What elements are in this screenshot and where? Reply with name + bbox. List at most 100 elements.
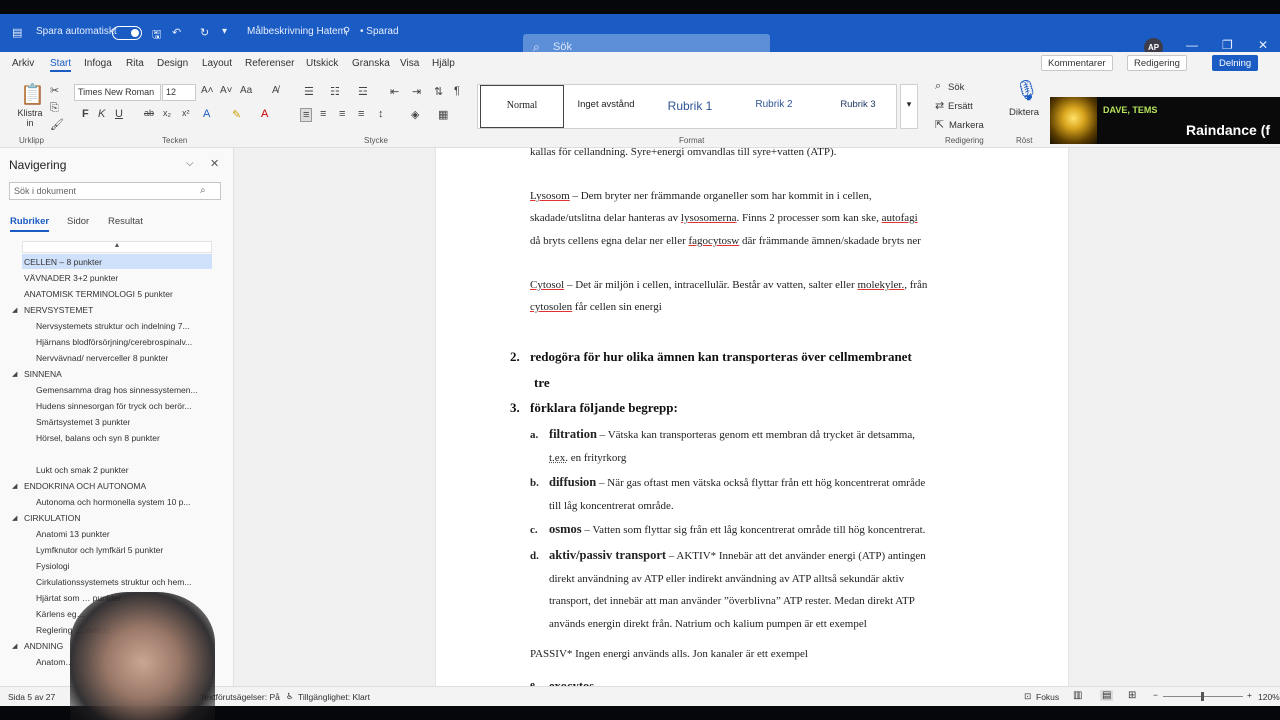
tab-referenser[interactable]: Referenser	[245, 58, 294, 69]
save-icon[interactable]: ▤	[12, 26, 22, 39]
saved-status[interactable]: • Sparad	[360, 26, 399, 37]
collapse-caret-icon[interactable]: ◢	[12, 514, 17, 522]
zoom-slider-thumb[interactable]	[1201, 692, 1204, 701]
print-layout-icon[interactable]: ▤	[1100, 690, 1114, 701]
font-name-select[interactable]: Times New Roman	[74, 84, 161, 101]
select-icon[interactable]: ⇱	[935, 118, 944, 131]
nav-heading-item[interactable]: Nervvävnad/ nerverceller 8 punkter	[36, 353, 168, 363]
accessibility-status[interactable]: Tillgänglighet: Klart	[298, 692, 370, 702]
change-case-icon[interactable]: Aa	[240, 85, 252, 96]
tab-rita[interactable]: Rita	[126, 58, 144, 69]
justify-icon[interactable]: ≡	[358, 108, 364, 120]
autosave-toggle[interactable]	[112, 26, 142, 40]
tab-layout[interactable]: Layout	[202, 58, 232, 69]
nav-close-icon[interactable]: ✕	[210, 157, 219, 170]
zoom-out-icon[interactable]: −	[1153, 690, 1158, 700]
focus-button[interactable]: Fokus	[1036, 692, 1059, 702]
tab-headings[interactable]: Rubriker	[10, 216, 50, 232]
close-window-icon[interactable]: ✕	[1258, 38, 1268, 52]
shading-icon[interactable]: ◈	[411, 108, 419, 121]
tab-results[interactable]: Resultat	[108, 216, 143, 227]
web-layout-icon[interactable]: ⊞	[1128, 690, 1136, 701]
align-right-icon[interactable]: ≡	[339, 108, 345, 120]
editing-mode-button[interactable]: Redigering	[1127, 55, 1187, 71]
nav-heading-item[interactable]: Anatomi 13 punkter	[36, 529, 110, 539]
nav-heading-item[interactable]: NERVSYSTEMET	[24, 305, 93, 315]
cut-icon[interactable]: ✂	[50, 84, 59, 97]
nav-heading-item[interactable]: Fysiologi	[36, 561, 70, 571]
nav-heading-item[interactable]: Hörsel, balans och syn 8 punkter	[36, 433, 160, 443]
italic-icon[interactable]: K	[98, 108, 105, 120]
tab-pages[interactable]: Sidor	[67, 216, 89, 227]
page-count[interactable]: Sida 5 av 27	[8, 692, 55, 702]
bullets-icon[interactable]: ☰	[304, 85, 314, 98]
collapse-caret-icon[interactable]: ◢	[12, 306, 17, 314]
tab-hjalp[interactable]: Hjälp	[432, 58, 455, 69]
nav-heading-item[interactable]: ANATOMISK TERMINOLOGI 5 punkter	[24, 289, 173, 299]
align-center-icon[interactable]: ≡	[320, 108, 326, 120]
subscript-icon[interactable]: x₂	[163, 108, 171, 118]
nav-heading-item[interactable]: ANDNING	[24, 641, 63, 651]
style-heading-2[interactable]: Rubrik 2	[732, 85, 816, 128]
tab-design[interactable]: Design	[157, 58, 188, 69]
nav-heading-item[interactable]: CELLEN – 8 punkter	[24, 257, 102, 267]
quick-access-chevron-icon[interactable]: ▾	[222, 26, 227, 37]
replace-icon[interactable]: ⇄	[935, 99, 944, 112]
find-icon[interactable]: ⌕	[935, 80, 941, 93]
minimize-icon[interactable]: —	[1186, 38, 1198, 52]
borders-icon[interactable]: ▦	[438, 108, 448, 121]
zoom-level[interactable]: 120%	[1258, 692, 1280, 702]
collapse-caret-icon[interactable]: ◢	[12, 482, 17, 490]
zoom-in-icon[interactable]: +	[1247, 690, 1252, 700]
show-marks-icon[interactable]: ¶	[454, 85, 460, 97]
tab-arkiv[interactable]: Arkiv	[12, 58, 34, 69]
dictate-button[interactable]: Diktera	[1009, 107, 1039, 118]
nav-heading-item[interactable]: Smärtsystemet 3 punkter	[36, 417, 130, 427]
nav-heading-item[interactable]: ENDOKRINA OCH AUTONOMA	[24, 481, 146, 491]
style-normal[interactable]: Normal	[480, 85, 564, 128]
collapse-caret-icon[interactable]: ◢	[12, 370, 17, 378]
nav-heading-item[interactable]: Nervsystemets struktur och indelning 7..…	[36, 321, 190, 331]
format-painter-icon[interactable]: 🖌	[50, 118, 64, 131]
microphone-icon[interactable]: 🎙	[1014, 78, 1039, 103]
align-left-icon[interactable]: ≡	[300, 108, 313, 122]
underline-icon[interactable]: U	[115, 108, 123, 120]
nav-heading-item[interactable]: SINNENA	[24, 369, 62, 379]
highlight-icon[interactable]: ✎	[232, 108, 241, 121]
nav-search-icon[interactable]: ⌕	[200, 185, 206, 196]
replace-button[interactable]: Ersätt	[948, 101, 973, 112]
clear-format-icon[interactable]: A̸	[272, 85, 279, 96]
nav-search-input[interactable]: Sök i dokument ⌕	[9, 182, 221, 200]
collapse-caret-icon[interactable]: ◢	[12, 642, 17, 650]
nav-heading-item[interactable]: Cirkulationssystemets struktur och hem..…	[36, 577, 191, 587]
tab-start[interactable]: Start	[50, 58, 72, 72]
nav-scroll-up-icon[interactable]: ▲	[22, 241, 212, 253]
redo-icon[interactable]: ↻	[200, 26, 209, 39]
nav-heading-item[interactable]: CIRKULATION	[24, 513, 81, 523]
nav-heading-item[interactable]: Hudens sinnesorgan för tryck och berör..…	[36, 401, 191, 411]
nav-heading-item[interactable]: Gemensamma drag hos sinnessystemen...	[36, 385, 198, 395]
paste-icon[interactable]: 📋	[20, 82, 45, 107]
style-heading-3[interactable]: Rubrik 3	[816, 85, 900, 128]
nav-heading-item[interactable]: Hjärnans blodförsörjning/cerebrospinalv.…	[36, 337, 192, 347]
nav-heading-item[interactable]: VÄVNADER 3+2 punkter	[24, 273, 118, 283]
paste-label[interactable]: Klistra in	[17, 108, 43, 128]
style-heading-1[interactable]: Rubrik 1	[648, 85, 732, 128]
text-effects-icon[interactable]: A	[203, 108, 210, 120]
restore-icon[interactable]: ❐	[1222, 38, 1233, 52]
nav-heading-item[interactable]: Anatom…	[36, 657, 74, 667]
find-button[interactable]: Sök	[948, 82, 964, 93]
font-size-select[interactable]: 12	[162, 84, 196, 101]
style-no-spacing[interactable]: Inget avstånd	[564, 85, 648, 128]
numbering-icon[interactable]: ☷	[330, 85, 340, 98]
strikethrough-icon[interactable]: ab	[144, 108, 154, 118]
line-spacing-icon[interactable]: ↕	[378, 108, 384, 120]
sort-icon[interactable]: ⇅	[434, 85, 443, 98]
superscript-icon[interactable]: x²	[182, 108, 190, 118]
document-title[interactable]: Målbeskrivning Hatem	[247, 26, 346, 37]
copy-icon[interactable]: ⎘	[50, 102, 59, 115]
shrink-font-icon[interactable]: A˅	[220, 85, 233, 96]
nav-options-chevron-icon[interactable]: ⌵	[186, 158, 194, 169]
grow-font-icon[interactable]: A˄	[201, 85, 214, 96]
styles-expand-icon[interactable]: ▾	[900, 84, 918, 129]
